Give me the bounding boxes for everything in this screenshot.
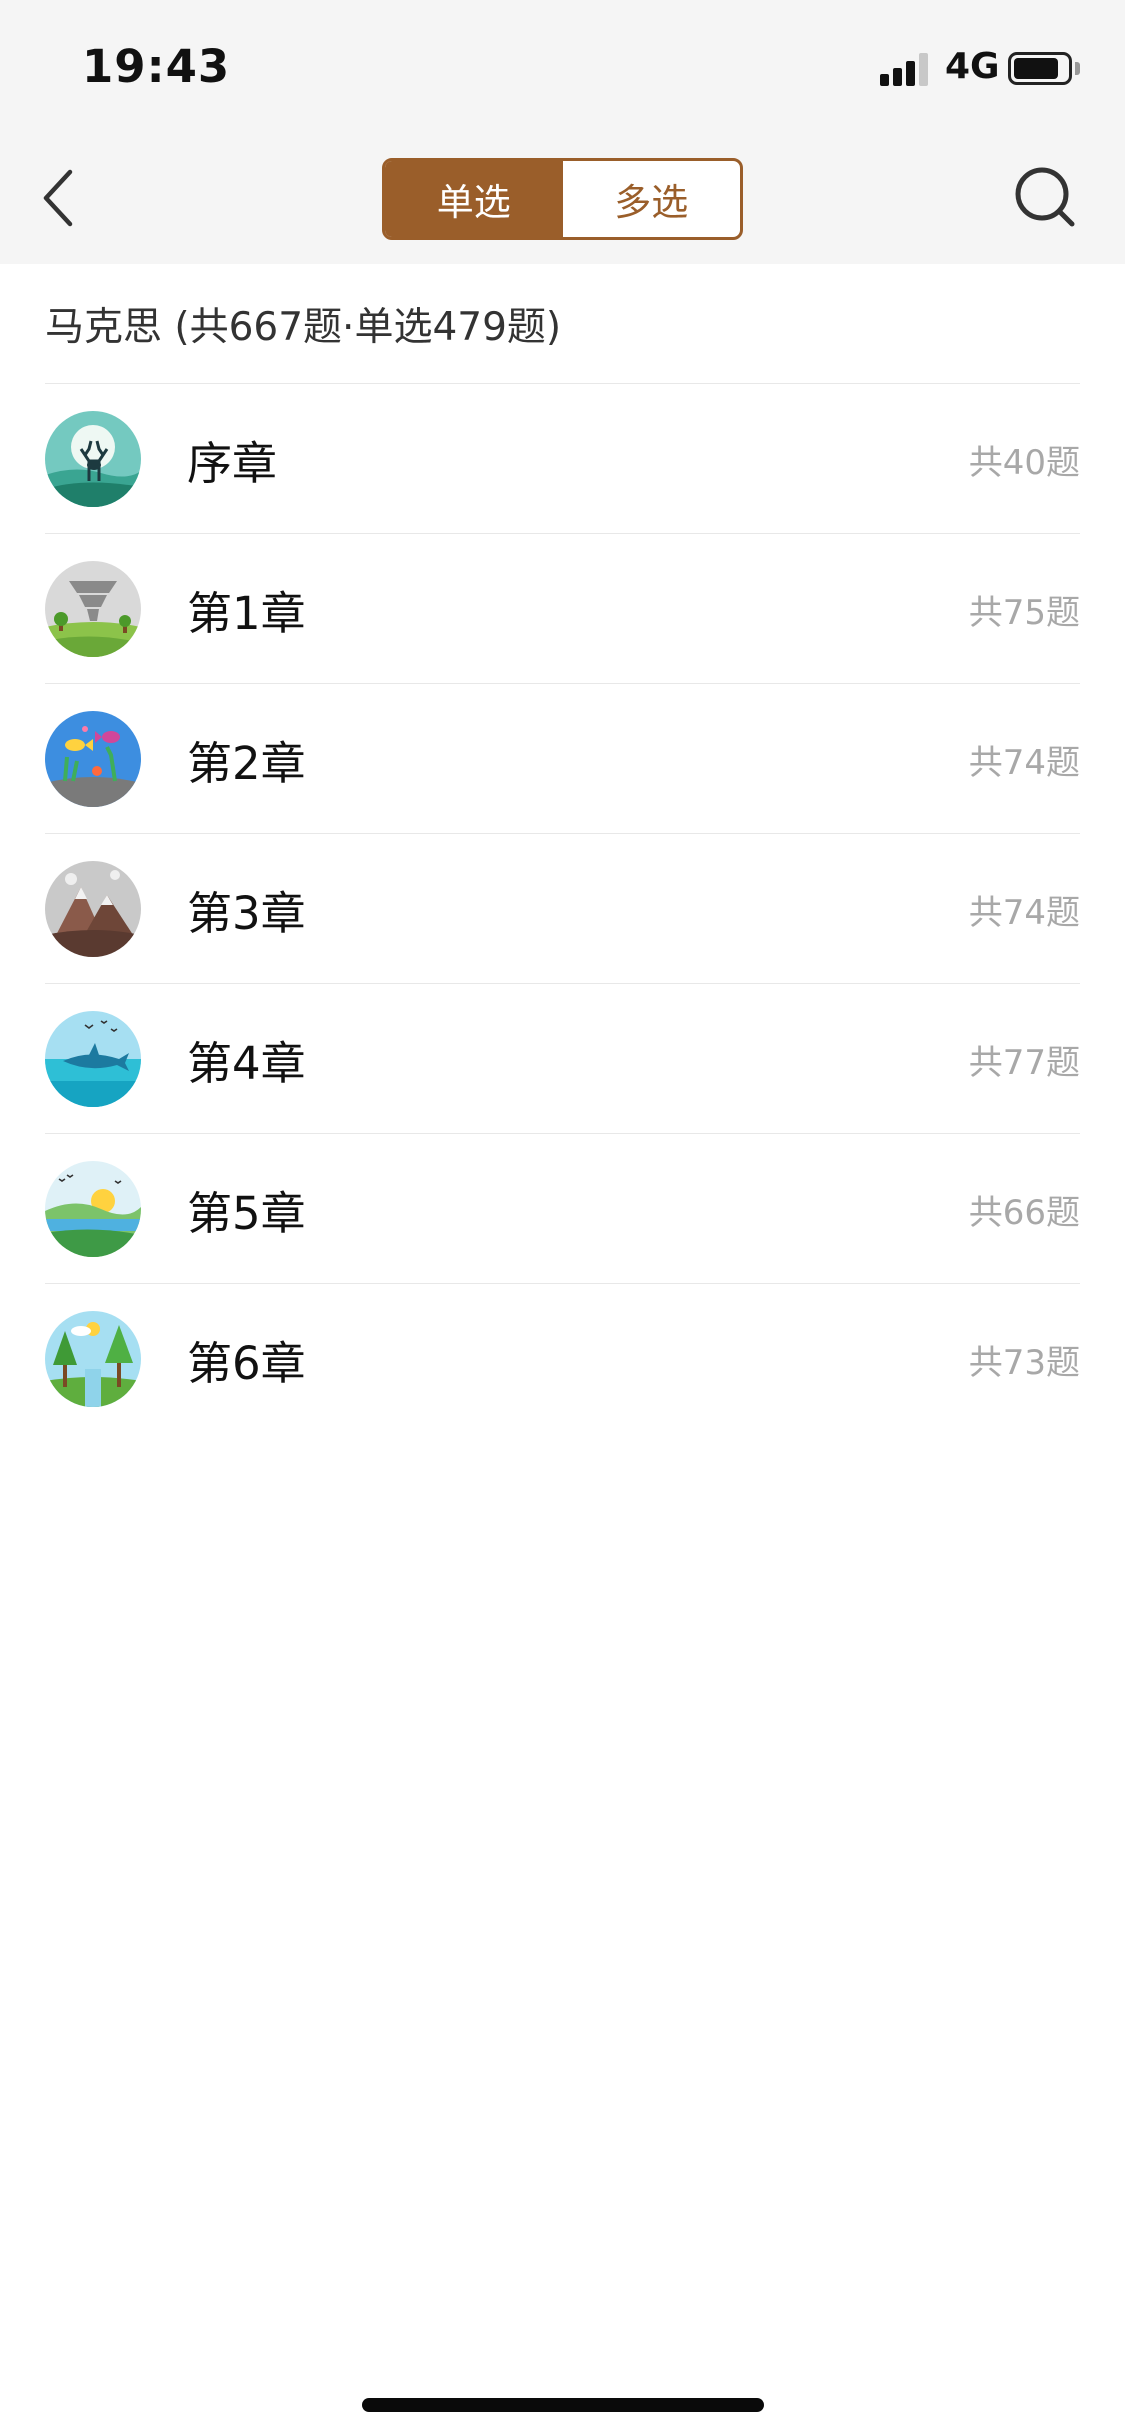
chapter-count: 共66题 [968, 1192, 1080, 1233]
forest-icon [45, 1311, 141, 1407]
chapter-title: 第2章 [187, 736, 306, 790]
chapter-title: 第1章 [187, 586, 306, 640]
tab-single-choice[interactable]: 单选 [385, 161, 563, 237]
chapter-row[interactable]: 第3章 共74题 [0, 834, 1125, 984]
chapter-row[interactable]: 第2章 共74题 [0, 684, 1125, 834]
chapter-title: 第3章 [187, 886, 306, 940]
sunset-lake-icon [45, 1161, 141, 1257]
network-type: 4G [945, 46, 1000, 87]
status-bar: 19:43 4G [0, 0, 1125, 132]
chapter-count: 共40题 [968, 442, 1080, 483]
chevron-left-icon [43, 169, 73, 227]
question-type-segment: 单选 多选 [382, 158, 743, 240]
subject-header: 马克思 (共667题·单选479题) [45, 264, 1080, 384]
mountain-icon [45, 861, 141, 957]
home-indicator [362, 2398, 764, 2412]
chapter-row[interactable]: 序章 共40题 [0, 384, 1125, 534]
chapter-count: 共74题 [968, 742, 1080, 783]
battery-icon [1008, 52, 1072, 85]
sea-fish-icon [45, 711, 141, 807]
status-time: 19:43 [82, 40, 231, 93]
tab-multiple-choice[interactable]: 多选 [563, 161, 741, 237]
nav-bar: 单选 多选 [0, 132, 1125, 264]
battery-cap [1075, 62, 1080, 75]
chapter-title: 第4章 [187, 1036, 306, 1090]
chapter-row[interactable]: 第4章 共77题 [0, 984, 1125, 1134]
tornado-icon [45, 561, 141, 657]
shark-icon [45, 1011, 141, 1107]
signal-icon [880, 52, 932, 86]
chapter-count: 共75题 [968, 592, 1080, 633]
chapter-title: 第6章 [187, 1336, 306, 1390]
chapter-count: 共77题 [968, 1042, 1080, 1083]
search-icon [1015, 167, 1075, 227]
chapter-count: 共74题 [968, 892, 1080, 933]
battery-fill [1014, 58, 1058, 79]
chapter-title: 第5章 [187, 1186, 306, 1240]
chapter-row[interactable]: 第1章 共75题 [0, 534, 1125, 684]
top-area: 19:43 4G 单选 多选 [0, 0, 1125, 264]
chapter-title: 序章 [187, 436, 278, 490]
chapter-row[interactable]: 第6章 共73题 [0, 1284, 1125, 1434]
back-button[interactable] [30, 162, 90, 234]
search-button[interactable] [1010, 162, 1080, 232]
chapter-list: 序章 共40题 第1章 共75题 第2章 共74题 第3章 共74题 第4章 共… [0, 384, 1125, 1434]
deer-moon-icon [45, 411, 141, 507]
chapter-row[interactable]: 第5章 共66题 [0, 1134, 1125, 1284]
chapter-count: 共73题 [968, 1342, 1080, 1383]
